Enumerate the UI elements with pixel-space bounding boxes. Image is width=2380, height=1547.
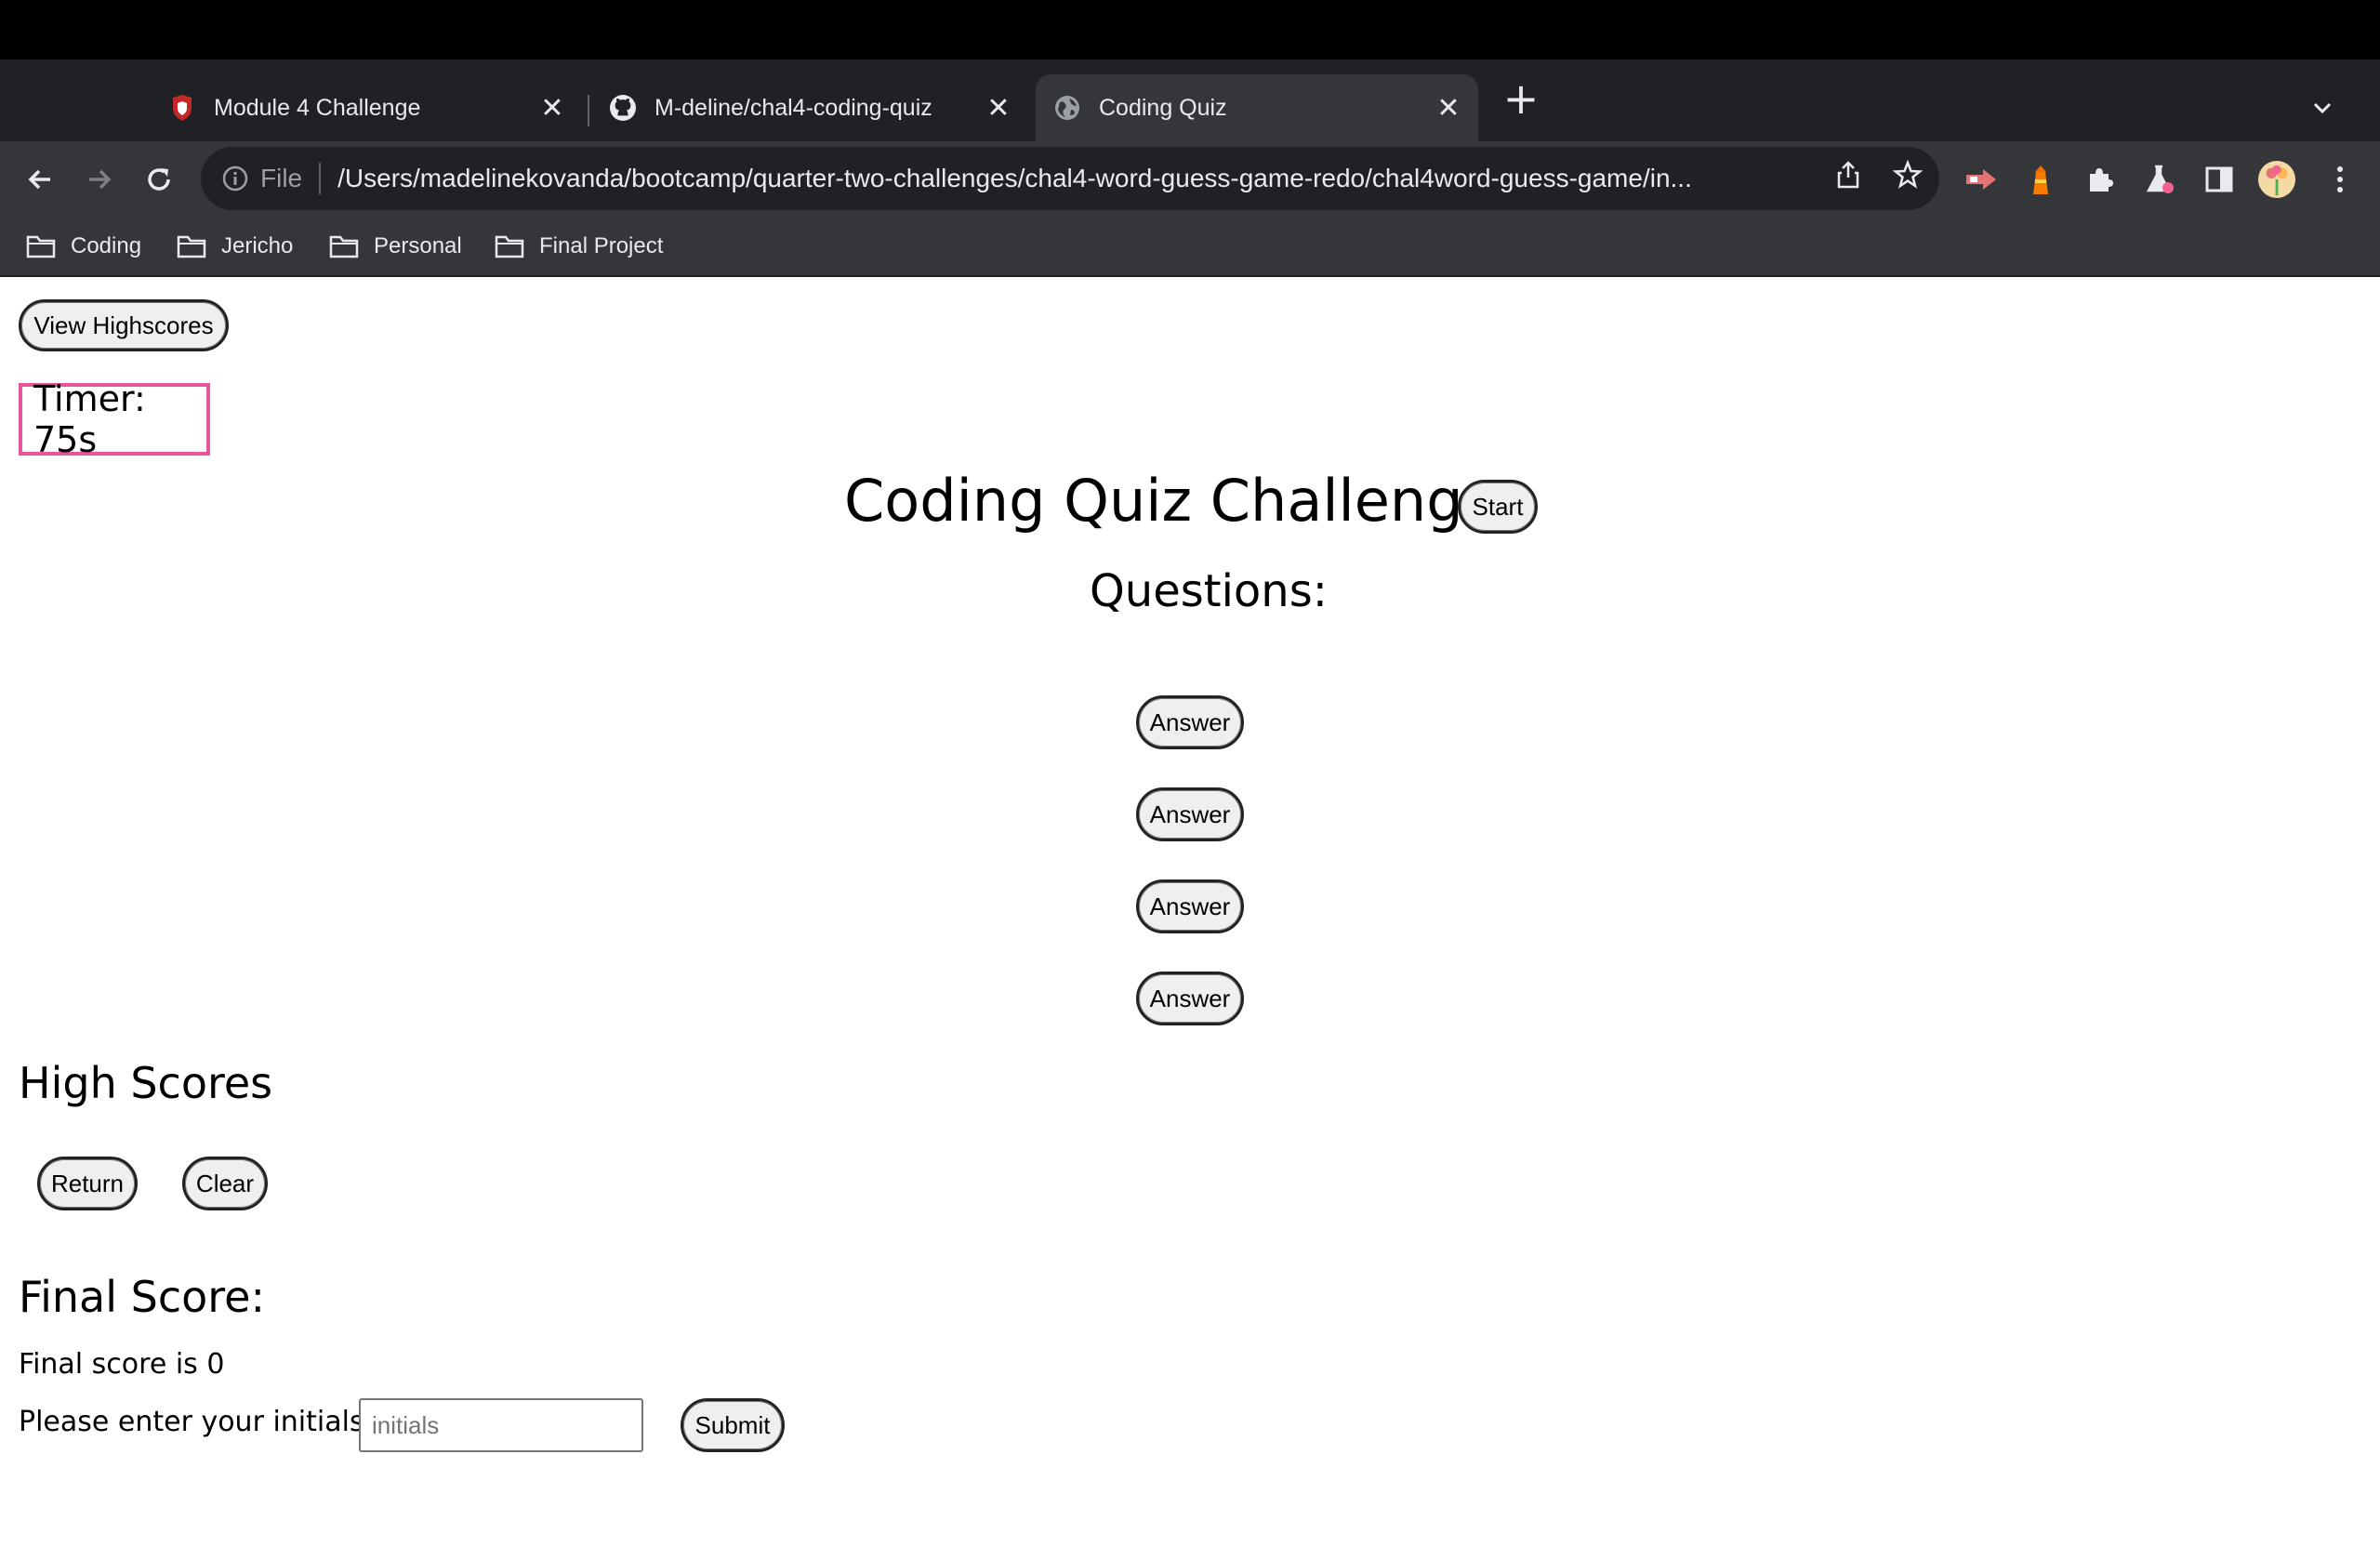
bookmark-label: Personal [374, 233, 462, 258]
bookmark-label: Final Project [539, 233, 664, 258]
tab-title: Module 4 Challenge [214, 94, 421, 121]
extension-arrow-icon[interactable] [1962, 160, 2001, 199]
initials-input[interactable] [359, 1398, 643, 1452]
folder-icon [495, 235, 524, 258]
tab-coding-quiz[interactable]: Coding Quiz ✕ [1036, 74, 1478, 141]
return-button[interactable]: Return [37, 1157, 138, 1210]
tab-search-chevron-icon[interactable] [2304, 89, 2341, 126]
answer-button-2[interactable]: Answer [1136, 787, 1244, 841]
page-title: Coding Quiz Challenge [844, 467, 1499, 535]
bookmark-label: Coding [71, 233, 142, 258]
profile-avatar[interactable] [2257, 160, 2296, 199]
forward-icon[interactable] [76, 156, 123, 203]
new-tab-button[interactable]: + [1501, 77, 1541, 120]
answer-button-1[interactable]: Answer [1136, 695, 1244, 749]
folder-icon [329, 235, 359, 258]
labs-flask-icon[interactable] [2140, 160, 2179, 199]
close-tab-icon[interactable]: ✕ [536, 91, 569, 125]
close-tab-icon[interactable]: ✕ [1432, 91, 1465, 125]
info-icon[interactable] [219, 163, 251, 194]
bookmark-label: Jericho [221, 233, 294, 258]
bookmark-folder-personal[interactable]: Personal [329, 227, 462, 266]
window-top-bar [0, 0, 2380, 60]
browser-menu-icon[interactable] [2320, 160, 2360, 199]
final-score-heading: Final Score: [19, 1272, 265, 1322]
bookmark-folder-coding[interactable]: Coding [26, 227, 141, 266]
clear-button[interactable]: Clear [182, 1157, 268, 1210]
folder-icon [177, 235, 206, 258]
omnibox-divider [319, 163, 322, 194]
start-button[interactable]: Start [1458, 480, 1538, 534]
high-scores-heading: High Scores [19, 1058, 273, 1108]
tab-title: M-deline/chal4-coding-quiz [654, 94, 932, 121]
tab-strip: Module 4 Challenge ✕ M-deline/chal4-codi… [0, 60, 2380, 141]
initials-label: Please enter your initials [19, 1406, 364, 1438]
tab-separator [588, 95, 589, 126]
bookmark-folder-final-project[interactable]: Final Project [495, 227, 663, 266]
github-icon [610, 95, 636, 121]
share-icon[interactable] [1830, 156, 1867, 193]
reload-icon[interactable] [136, 156, 182, 203]
view-highscores-button[interactable]: View Highscores [19, 299, 229, 351]
back-icon[interactable] [17, 156, 63, 203]
final-score-text: Final score is 0 [19, 1348, 225, 1381]
globe-icon [1054, 95, 1080, 121]
tab-title: Coding Quiz [1099, 94, 1227, 121]
submit-button[interactable]: Submit [681, 1398, 785, 1452]
timer-display: Timer: 75s [19, 378, 210, 460]
answer-button-4[interactable]: Answer [1136, 972, 1244, 1025]
browser-toolbar: File /Users/madelinekovanda/bootcamp/qua… [0, 141, 2380, 218]
extensions-puzzle-icon[interactable] [2081, 160, 2120, 199]
shield-favicon-icon [169, 95, 195, 121]
side-panel-icon[interactable] [2200, 160, 2239, 199]
answer-button-3[interactable]: Answer [1136, 879, 1244, 933]
tab-module-4-challenge[interactable]: Module 4 Challenge ✕ [149, 74, 582, 141]
extension-lighthouse-icon[interactable] [2021, 160, 2060, 199]
page-content: View Highscores Timer: 75s Coding Quiz C… [0, 277, 2380, 1547]
bookmark-star-icon[interactable] [1889, 156, 1926, 193]
address-bar[interactable]: File /Users/madelinekovanda/bootcamp/qua… [201, 147, 1939, 210]
close-tab-icon[interactable]: ✕ [982, 91, 1015, 125]
scheme-label: File [260, 164, 303, 192]
folder-icon [26, 235, 56, 258]
bookmark-folder-jericho[interactable]: Jericho [177, 227, 293, 266]
questions-label: Questions: [1090, 565, 1328, 617]
url-text[interactable]: /Users/madelinekovanda/bootcamp/quarter-… [337, 164, 1806, 193]
bookmarks-bar: Coding Jericho Personal Final Project [0, 218, 2380, 277]
tab-github-repo[interactable]: M-deline/chal4-coding-quiz ✕ [591, 74, 1028, 141]
